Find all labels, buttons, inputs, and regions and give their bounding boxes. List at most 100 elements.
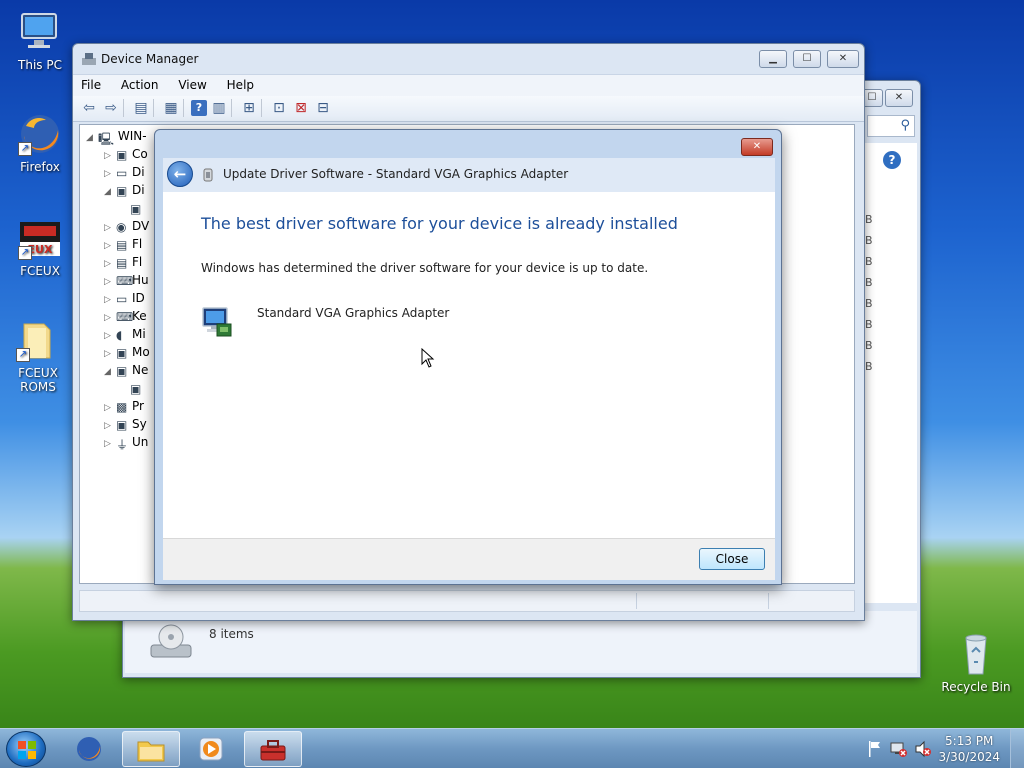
expand-icon[interactable]: ▷: [104, 403, 116, 413]
shortcut-arrow-icon: ↗: [18, 246, 32, 260]
view-icon[interactable]: ▥: [209, 98, 229, 118]
expand-icon[interactable]: ▷: [104, 151, 116, 161]
tree-item[interactable]: ▷ ◖ Mi: [104, 327, 146, 345]
desktop-icon-firefox[interactable]: ↗ Firefox: [2, 112, 78, 174]
uninstall-icon[interactable]: ⊠: [291, 98, 311, 118]
dialog-description: Windows has determined the driver softwa…: [201, 261, 649, 275]
help-icon[interactable]: ?: [191, 100, 207, 116]
collapse-icon[interactable]: ◢: [104, 187, 116, 197]
tree-label: Mi: [132, 327, 146, 341]
explorer-close-button[interactable]: ✕: [885, 89, 913, 107]
tree-item[interactable]: ▷ ◉ DV: [104, 219, 149, 237]
show-hide-tree-icon[interactable]: ▤: [131, 98, 151, 118]
tree-label: Mo: [132, 345, 150, 359]
menu-bar: File Action View Help: [73, 74, 864, 96]
size-fragment: B: [865, 339, 873, 352]
collapse-icon[interactable]: ◢: [86, 133, 98, 143]
folder-icon: ↗: [14, 318, 62, 362]
update-driver-icon[interactable]: ⊡: [269, 98, 289, 118]
desktop-icon-this-pc[interactable]: This PC: [2, 10, 78, 72]
tree-item-root[interactable]: ◢ 🖳 WIN-: [86, 129, 147, 147]
expand-icon[interactable]: ▷: [104, 169, 116, 179]
expand-icon[interactable]: ▷: [104, 313, 116, 323]
scan-hardware-icon[interactable]: ⊞: [239, 98, 259, 118]
floppy-icon: ▤: [116, 237, 128, 252]
desktop-icon-label: FCEUX ROMS: [18, 366, 58, 394]
toolbar-separator: [231, 99, 237, 117]
desktop-icon-fceux-roms[interactable]: ↗ FCEUX ROMS: [0, 318, 76, 394]
forward-arrow-icon[interactable]: ⇨: [101, 98, 121, 118]
close-button[interactable]: Close: [699, 548, 765, 570]
show-desktop-button[interactable]: [1010, 729, 1024, 768]
dialog-header: ← Update Driver Software - Standard VGA …: [163, 158, 775, 192]
menu-action[interactable]: Action: [113, 75, 167, 92]
minimize-button[interactable]: ▁: [759, 50, 787, 68]
disable-device-icon[interactable]: ⊟: [313, 98, 333, 118]
desktop-icon-fceux[interactable]: EUX ↗ FCEUX: [2, 216, 78, 278]
volume-muted-icon[interactable]: [914, 740, 932, 761]
maximize-button[interactable]: ☐: [793, 50, 821, 68]
taskbar-explorer[interactable]: [122, 731, 180, 767]
expand-icon[interactable]: ▷: [104, 421, 116, 431]
expand-icon[interactable]: ▷: [104, 277, 116, 287]
dialog-close-x-button[interactable]: ✕: [741, 138, 773, 156]
expand-icon[interactable]: ▷: [104, 295, 116, 305]
help-icon[interactable]: ?: [883, 151, 901, 169]
menu-file[interactable]: File: [73, 75, 109, 92]
tree-label: Di: [132, 183, 145, 197]
expand-icon[interactable]: ▷: [104, 223, 116, 233]
properties-icon[interactable]: ▦: [161, 98, 181, 118]
expand-icon[interactable]: ▷: [104, 241, 116, 251]
toolbar: ⇦ ⇨ ▤ ▦ ? ▥ ⊞ ⊡ ⊠ ⊟: [73, 96, 864, 122]
back-arrow-icon: ←: [173, 165, 187, 183]
tree-item[interactable]: ▷ ⌨Hu: [104, 273, 149, 291]
tree-label: Hu: [132, 273, 149, 287]
tree-item[interactable]: ◢ ▣ Di: [104, 183, 145, 201]
processor-icon: ▩: [116, 399, 128, 414]
expand-icon[interactable]: ▷: [104, 259, 116, 269]
collapse-icon[interactable]: ◢: [104, 367, 116, 377]
taskbar-media-player[interactable]: [182, 731, 240, 767]
desktop-icon-label: This PC: [18, 58, 62, 72]
taskbar-firefox[interactable]: [60, 731, 118, 767]
network-icon[interactable]: [890, 740, 908, 761]
taskbar-device-manager[interactable]: [244, 731, 302, 767]
back-arrow-icon[interactable]: ⇦: [79, 98, 99, 118]
size-fragment: B: [865, 276, 873, 289]
expand-icon[interactable]: ▷: [104, 331, 116, 341]
tree-item[interactable]: ▷ ▣ Sy: [104, 417, 147, 435]
tree-item[interactable]: ▷ ▣ Mo: [104, 345, 150, 363]
tree-item[interactable]: ▷ ▤ Fl: [104, 255, 142, 273]
tree-label: Sy: [132, 417, 147, 431]
device-name: Standard VGA Graphics Adapter: [257, 306, 450, 320]
system-devices-icon: ▣: [116, 417, 128, 432]
tree-item-child[interactable]: ▣: [130, 381, 146, 399]
tree-item[interactable]: ▷ ▭ Di: [104, 165, 145, 183]
status-bar: [79, 590, 855, 612]
desktop-icon-recycle-bin[interactable]: Recycle Bin: [938, 632, 1014, 694]
close-button[interactable]: ✕: [827, 50, 859, 68]
tree-item[interactable]: ▷ ▤ Fl: [104, 237, 142, 255]
mouse-icon: ◖: [116, 327, 123, 342]
tree-item[interactable]: ▷ ▭ ID: [104, 291, 145, 309]
menu-view[interactable]: View: [170, 75, 214, 92]
tree-item[interactable]: ▷ ▣ Co: [104, 147, 148, 165]
usb-icon: ⏚: [116, 437, 129, 452]
back-button[interactable]: ←: [167, 161, 193, 187]
media-player-icon: [197, 735, 225, 768]
tree-item[interactable]: ▷ ⏚ Un: [104, 435, 148, 453]
tree-item-child[interactable]: ▣: [130, 201, 146, 219]
start-button[interactable]: [6, 731, 46, 767]
action-center-flag-icon[interactable]: [868, 741, 882, 760]
network-adapter-icon: ▣: [130, 381, 142, 396]
tree-item[interactable]: ◢ ▣ Ne: [104, 363, 148, 381]
tree-item[interactable]: ▷ ⌨Ke: [104, 309, 147, 327]
explorer-search-box[interactable]: ⚲: [867, 115, 915, 137]
device-manager-titlebar[interactable]: Device Manager ▁ ☐ ✕: [73, 44, 864, 74]
tree-item[interactable]: ▷ ▩ Pr: [104, 399, 144, 417]
clock[interactable]: 5:13 PM 3/30/2024: [938, 733, 1000, 765]
menu-help[interactable]: Help: [219, 75, 262, 92]
expand-icon[interactable]: ▷: [104, 349, 116, 359]
expand-icon[interactable]: ▷: [104, 439, 116, 449]
clock-time: 5:13 PM: [945, 734, 994, 748]
